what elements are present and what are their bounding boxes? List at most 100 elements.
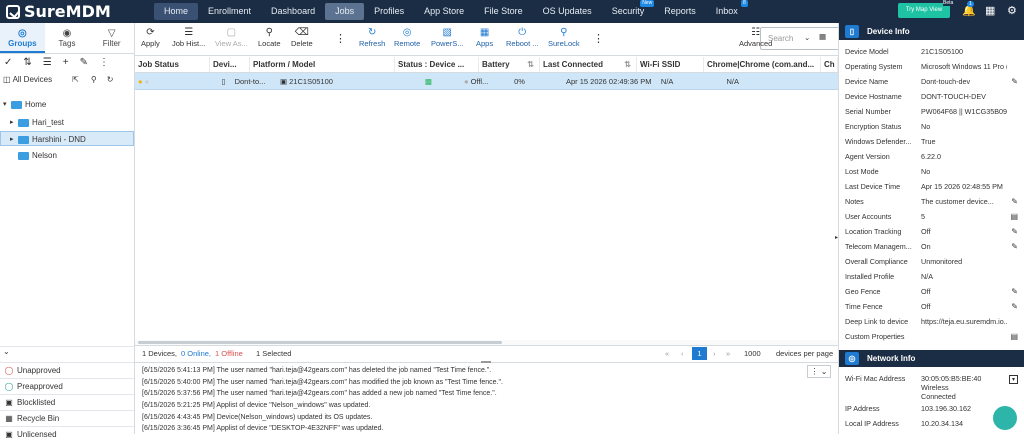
col-last-connected[interactable]: Last Connected ⇅ bbox=[540, 57, 637, 72]
grid-view-icon[interactable]: ▦ bbox=[819, 32, 826, 41]
remote-button[interactable]: ◎ Remote bbox=[394, 27, 420, 48]
col-status[interactable]: Status : Device ... bbox=[395, 57, 479, 72]
clipboard-icon[interactable]: ▤ bbox=[1010, 209, 1018, 224]
settings-gear-icon[interactable]: ⚙ bbox=[1007, 4, 1017, 18]
per-page-select[interactable]: 1000 bbox=[744, 346, 761, 362]
col-chrome[interactable]: Chrome|Chrome (com.and... bbox=[704, 57, 821, 72]
device-info-header[interactable]: ▯ Device Info bbox=[839, 23, 1024, 40]
list-unlicensed[interactable]: ▣ Unlicensed bbox=[0, 426, 134, 442]
log-options-menu[interactable]: ⋮ ⌄ bbox=[807, 365, 831, 378]
list-preapproved[interactable]: ◯ Preapproved bbox=[0, 378, 134, 394]
export-icon[interactable]: ⇱ bbox=[72, 75, 79, 84]
sort-icon[interactable]: ⇅ bbox=[527, 57, 534, 72]
apply-button[interactable]: ⟳ Apply bbox=[141, 27, 160, 48]
edit-pencil-icon[interactable]: ✎ bbox=[1011, 299, 1018, 314]
advanced-button[interactable]: ☷ Advanced bbox=[739, 27, 772, 48]
next-page-icon[interactable]: › bbox=[713, 346, 716, 362]
prop-geo-fence: Geo Fence Off ✎ bbox=[839, 284, 1024, 299]
tab-tags[interactable]: ◉ Tags bbox=[45, 23, 90, 53]
first-page-icon[interactable]: « bbox=[665, 346, 669, 362]
tree-node-home[interactable]: ▾ Home bbox=[0, 97, 134, 112]
apps-grid-icon[interactable]: ▦ bbox=[985, 4, 995, 18]
tree-node-nelson[interactable]: Nelson bbox=[0, 148, 134, 163]
current-page[interactable]: 1 bbox=[692, 347, 707, 360]
edit-pencil-icon[interactable]: ✎ bbox=[1011, 224, 1018, 239]
edit-pencil-icon[interactable]: ✎ bbox=[1011, 239, 1018, 254]
list-recycle-bin[interactable]: ▦ Recycle Bin bbox=[0, 410, 134, 426]
refresh-icon[interactable]: ↻ bbox=[107, 75, 114, 84]
prev-page-icon[interactable]: ‹ bbox=[681, 346, 684, 362]
columns-icon[interactable]: ☰ bbox=[43, 57, 52, 68]
last-page-icon[interactable]: » bbox=[726, 346, 730, 362]
nav-security[interactable]: Security New bbox=[602, 0, 655, 20]
more-options-icon[interactable]: ⋮ bbox=[335, 32, 346, 45]
edit-pencil-icon[interactable]: ✎ bbox=[1011, 284, 1018, 299]
list-blocklisted[interactable]: ▣ Blocklisted bbox=[0, 394, 134, 410]
reboot-button[interactable]: ⏻ Reboot ... bbox=[506, 27, 539, 48]
more-vertical-icon[interactable]: ⋮ bbox=[99, 57, 109, 68]
panel-collapse-arrow[interactable]: ▸ bbox=[835, 234, 838, 241]
sort-icon[interactable]: ⇅ bbox=[23, 57, 31, 68]
tree-node-hari-test[interactable]: ▸ Hari_test bbox=[0, 115, 134, 130]
resize-handle[interactable] bbox=[481, 361, 491, 363]
app-logo[interactable]: SureMDM bbox=[6, 2, 111, 21]
nav-file-store[interactable]: File Store bbox=[474, 3, 533, 20]
refresh-button[interactable]: ↻ Refresh bbox=[359, 27, 385, 48]
nav-app-store[interactable]: App Store bbox=[414, 3, 474, 20]
security-new-badge: New bbox=[640, 0, 655, 7]
col-platform-model[interactable]: Platform / Model bbox=[250, 57, 395, 72]
job-history-button[interactable]: ☰ Job Hist... bbox=[172, 27, 205, 48]
view-as-button[interactable]: ▢ View As... bbox=[215, 27, 248, 48]
caret-right-icon[interactable]: ▸ bbox=[10, 115, 18, 130]
clipboard-icon[interactable]: ▤ bbox=[1010, 329, 1018, 344]
add-icon[interactable]: + bbox=[63, 57, 69, 68]
col-battery[interactable]: Battery ⇅ bbox=[479, 57, 540, 72]
chevron-down-icon: ⌄ bbox=[3, 347, 10, 356]
locate-button[interactable]: ⚲ Locate bbox=[258, 27, 281, 48]
col-device[interactable]: Devi... bbox=[210, 57, 250, 72]
chevron-down-icon[interactable]: ⌄ bbox=[804, 33, 810, 42]
nav-reports[interactable]: Reports bbox=[654, 3, 706, 20]
table-row[interactable]: ● ● ▯ Dont-to... ▣ 21C1S05100 ▩ ● Offl... … bbox=[135, 73, 838, 90]
col-wifi-ssid[interactable]: Wi-Fi SSID bbox=[637, 57, 704, 72]
tree-node-harshini-dnd[interactable]: ▸ Harshini - DND bbox=[0, 131, 134, 146]
caret-down-icon[interactable]: ▾ bbox=[3, 97, 11, 112]
chat-support-button[interactable] bbox=[993, 406, 1017, 430]
lock-icon: ▩ bbox=[424, 77, 432, 86]
nav-dashboard[interactable]: Dashboard bbox=[261, 3, 325, 20]
apps-button[interactable]: ▦ Apps bbox=[476, 27, 493, 48]
group-tools: ✓ ⇅ ☰ + ✎ ⋮ bbox=[0, 54, 134, 71]
edit-pencil-icon[interactable]: ✎ bbox=[1011, 74, 1018, 89]
list-unapproved[interactable]: ◯ Unapproved bbox=[0, 362, 134, 378]
network-info-header[interactable]: ◎ Network Info bbox=[839, 350, 1024, 367]
nav-enrollment[interactable]: Enrollment bbox=[198, 3, 261, 20]
nav-inbox[interactable]: Inbox 8 bbox=[706, 0, 748, 20]
collapse-toggle[interactable]: ⌄ bbox=[0, 346, 134, 362]
dropdown-icon[interactable]: ▾ bbox=[1009, 375, 1018, 384]
powershell-button[interactable]: ▧ PowerS... bbox=[431, 27, 464, 48]
delete-button[interactable]: ⌫ Delete bbox=[291, 27, 313, 48]
nav-os-updates[interactable]: OS Updates bbox=[533, 3, 602, 20]
trash-icon: ▦ bbox=[5, 414, 13, 423]
more-options-icon[interactable]: ⋮ bbox=[593, 32, 604, 45]
globe-icon: ◎ bbox=[845, 352, 859, 365]
log-line: [6/15/2026 5:21:25 PM] Applist of device… bbox=[142, 402, 371, 410]
all-devices-row[interactable]: ◫ All Devices ⇱ ⚲ ↻ bbox=[0, 71, 134, 88]
nav-jobs[interactable]: Jobs bbox=[325, 3, 365, 20]
col-chrome-2[interactable]: Ch bbox=[821, 57, 838, 72]
nav-profiles[interactable]: Profiles bbox=[364, 3, 414, 20]
col-job-status[interactable]: Job Status bbox=[135, 57, 210, 72]
tab-filter[interactable]: ▽ Filter bbox=[89, 23, 134, 53]
sort-icon[interactable]: ⇅ bbox=[624, 57, 631, 72]
edit-pencil-icon[interactable]: ✎ bbox=[1011, 194, 1018, 209]
check-circle-icon[interactable]: ✓ bbox=[4, 57, 12, 68]
tab-groups[interactable]: ◎ Groups bbox=[0, 23, 45, 53]
prop-time-fence: Time Fence Off ✎ bbox=[839, 299, 1024, 314]
edit-pencil-icon[interactable]: ✎ bbox=[80, 57, 88, 68]
nav-home[interactable]: Home bbox=[154, 3, 199, 20]
surelock-button[interactable]: ⚲ SureLock bbox=[548, 27, 580, 48]
search-icon[interactable]: ⚲ bbox=[91, 75, 97, 84]
caret-right-icon[interactable]: ▸ bbox=[10, 132, 18, 147]
scrollbar-thumb[interactable] bbox=[138, 341, 502, 344]
main-nav: Home Enrollment Dashboard Jobs Profiles … bbox=[154, 0, 748, 20]
